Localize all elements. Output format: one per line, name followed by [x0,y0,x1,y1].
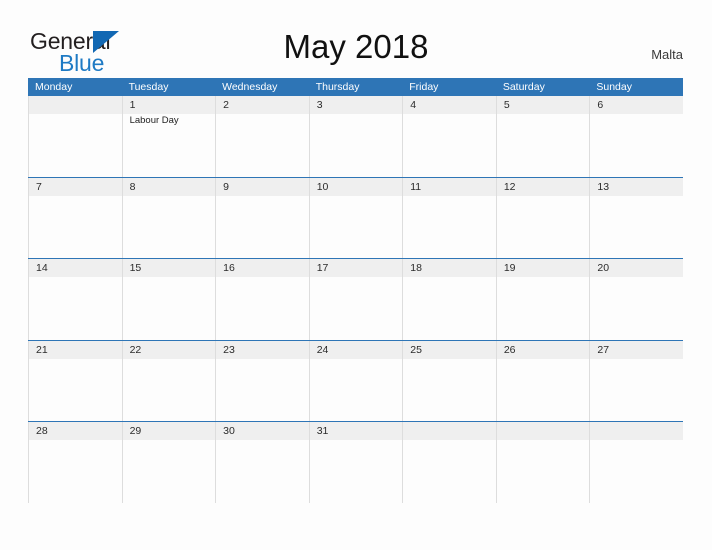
day-number: 18 [410,262,422,274]
day-cell-24[interactable]: 24 [308,340,403,421]
day-number [36,96,122,114]
day-number: 25 [410,343,422,356]
page-title: May 2018 [283,28,429,65]
day-cell-15[interactable]: 15 [121,259,216,340]
day-cell-11[interactable]: 11 [402,177,496,258]
country-label: Malta [651,47,683,62]
day-number [410,422,496,440]
day-number [504,422,590,440]
day-number: 30 [223,425,235,437]
day-number: 26 [503,343,516,356]
weekday-header-row: Monday Tuesday Wednesday Thursday Friday Satu… [28,78,683,96]
day-cell-10[interactable]: 10 [308,177,403,258]
day-cell-8[interactable]: 8 [121,177,216,258]
day-number: 15 [129,262,142,274]
calendar-week-row: 21 22 23 24 25 26 27 [28,339,683,421]
day-cell-empty [589,422,683,503]
weekday-header-monday: Monday [35,81,73,93]
weekday-header-saturday: Saturday [502,81,545,93]
day-number: 1 [129,99,136,111]
day-number: 6 [597,99,604,111]
day-cell-18[interactable]: 18 [402,259,496,340]
day-number: 3 [316,99,323,111]
day-cell-31[interactable]: 31 [308,422,403,503]
day-cell-17[interactable]: 17 [308,259,403,340]
page-header: General Blue May 2018 Malta [0,0,712,76]
day-cell-16[interactable]: 16 [215,259,309,340]
day-number: 10 [316,180,329,193]
calendar-week-row: 1 Labour Day 2 3 4 5 6 [28,96,683,177]
day-cell-23[interactable]: 23 [215,340,309,421]
day-cell-3[interactable]: 3 [308,96,403,177]
day-cell-empty [28,96,122,177]
weekday-header-tuesday: Tuesday [128,81,169,93]
day-number: 21 [36,343,48,356]
day-cell-26[interactable]: 26 [495,340,590,421]
day-number: 24 [316,343,329,356]
day-number: 11 [410,180,422,193]
day-cell-14[interactable]: 14 [28,259,122,340]
holiday-label: Labour Day [129,115,179,126]
day-cell-13[interactable]: 13 [589,177,683,258]
day-events: Labour Day [130,115,216,127]
day-cell-4[interactable]: 4 [402,96,496,177]
day-cell-30[interactable]: 30 [215,422,309,503]
day-number: 20 [597,262,610,274]
day-cell-9[interactable]: 9 [215,177,309,258]
day-number: 4 [410,99,417,111]
day-cell-6[interactable]: 6 [589,96,683,177]
day-cell-28[interactable]: 28 [28,422,122,503]
calendar-grid: Monday Tuesday Wednesday Thursday Friday Satu… [28,78,683,503]
day-cell-21[interactable]: 21 [28,340,122,421]
day-number: 12 [503,180,516,193]
calendar-week-row: 14 15 16 17 18 19 20 [28,258,683,340]
day-cell-20[interactable]: 20 [589,259,683,340]
day-cell-19[interactable]: 19 [495,259,590,340]
day-cell-1[interactable]: 1 Labour Day [121,96,216,177]
day-cell-2[interactable]: 2 [215,96,309,177]
day-cell-5[interactable]: 5 [495,96,590,177]
day-number: 31 [316,425,329,437]
day-number: 22 [129,343,142,356]
day-number: 23 [223,343,235,356]
day-number: 8 [129,180,136,193]
weekday-header-wednesday: Wednesday [222,81,278,93]
day-number: 17 [316,262,329,274]
day-number: 13 [597,180,610,193]
weekday-header-friday: Friday [409,81,439,93]
weekday-header-thursday: Thursday [315,81,360,93]
calendar-week-row: 28 29 30 31 [28,421,683,503]
day-number: 14 [36,262,48,274]
day-number: 2 [223,99,229,111]
day-number: 19 [503,262,516,274]
day-number: 16 [223,262,235,274]
day-number: 27 [597,343,610,356]
day-cell-empty [402,422,496,503]
day-cell-29[interactable]: 29 [121,422,216,503]
day-cell-12[interactable]: 12 [495,177,590,258]
calendar-week-row: 7 8 9 10 11 12 13 [28,176,683,258]
day-number: 28 [36,425,48,437]
day-number: 5 [503,99,510,111]
day-cell-22[interactable]: 22 [121,340,216,421]
day-number: 7 [36,180,42,193]
weekday-header-sunday: Sunday [596,81,632,93]
day-number [597,422,683,440]
day-number: 9 [223,180,229,193]
day-number: 29 [129,425,142,437]
day-cell-empty [495,422,590,503]
calendar-weeks: 1 Labour Day 2 3 4 5 6 7 8 9 10 11 12 13 14 15 16 17 18 19 2… [28,96,683,503]
day-cell-27[interactable]: 27 [589,340,683,421]
day-cell-25[interactable]: 25 [402,340,496,421]
day-cell-7[interactable]: 7 [28,177,122,258]
